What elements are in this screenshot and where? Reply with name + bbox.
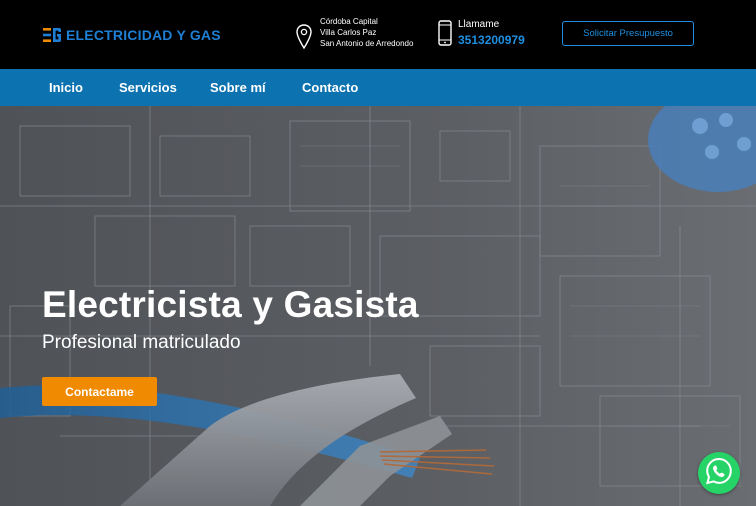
request-quote-button[interactable]: Solicitar Presupuesto bbox=[562, 21, 694, 46]
location-line: Villa Carlos Paz bbox=[320, 28, 377, 37]
nav-item-inicio[interactable]: Inicio bbox=[49, 80, 83, 95]
whatsapp-icon bbox=[704, 456, 734, 491]
hero-subtitle: Profesional matriculado bbox=[42, 332, 241, 353]
top-header: ELECTRICIDAD Y GAS Córdoba Capital Villa… bbox=[0, 0, 756, 69]
main-nav: Inicio Servicios Sobre mí Contacto bbox=[0, 69, 756, 106]
contact-cta-button[interactable]: Contactame bbox=[42, 377, 157, 406]
location-line: San Antonio de Arredondo bbox=[320, 39, 414, 48]
nav-item-sobre-mi[interactable]: Sobre mí bbox=[210, 80, 266, 95]
phone-label: Llamame bbox=[458, 19, 500, 30]
nav-item-contacto[interactable]: Contacto bbox=[302, 80, 358, 95]
map-pin-icon bbox=[296, 24, 312, 50]
nav-item-servicios[interactable]: Servicios bbox=[119, 80, 177, 95]
service-locations: Córdoba Capital Villa Carlos Paz San Ant… bbox=[296, 17, 413, 50]
hero-banner: Electricista y Gasista Profesional matri… bbox=[0, 106, 756, 506]
brand-name: ELECTRICIDAD Y GAS bbox=[66, 27, 221, 43]
hero-title: Electricista y Gasista bbox=[42, 284, 419, 325]
whatsapp-button[interactable] bbox=[698, 452, 740, 494]
logo-mark-icon bbox=[42, 25, 62, 45]
location-line: Córdoba Capital bbox=[320, 17, 378, 26]
phone-contact[interactable]: Llamame 3513200979 bbox=[438, 19, 525, 48]
brand-logo[interactable]: ELECTRICIDAD Y GAS bbox=[42, 25, 221, 45]
smartphone-icon bbox=[438, 20, 452, 46]
phone-number-link[interactable]: 3513200979 bbox=[458, 32, 525, 48]
